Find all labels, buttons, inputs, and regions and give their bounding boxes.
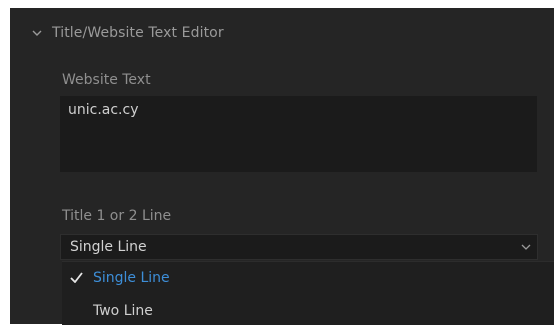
section-title: Title/Website Text Editor: [52, 25, 224, 41]
editor-panel: Title/Website Text Editor Website Text u…: [10, 8, 554, 325]
chevron-down-icon: [32, 30, 42, 36]
title-lines-selected-value: Single Line: [70, 239, 147, 255]
section-header-toggle[interactable]: Title/Website Text Editor: [32, 22, 224, 44]
option-label: Two Line: [93, 303, 153, 319]
website-text-label: Website Text: [62, 72, 151, 88]
checkmark-icon: [70, 272, 83, 283]
title-lines-dropdown: Single Line Two Line: [62, 261, 554, 325]
option-single-line[interactable]: Single Line: [62, 263, 554, 293]
option-label: Single Line: [93, 270, 170, 286]
chevron-down-icon: [521, 244, 531, 250]
website-text-input[interactable]: unic.ac.cy: [60, 96, 537, 172]
option-two-line[interactable]: Two Line: [62, 296, 554, 326]
title-lines-select[interactable]: Single Line: [60, 234, 538, 260]
title-lines-label: Title 1 or 2 Line: [62, 208, 172, 224]
